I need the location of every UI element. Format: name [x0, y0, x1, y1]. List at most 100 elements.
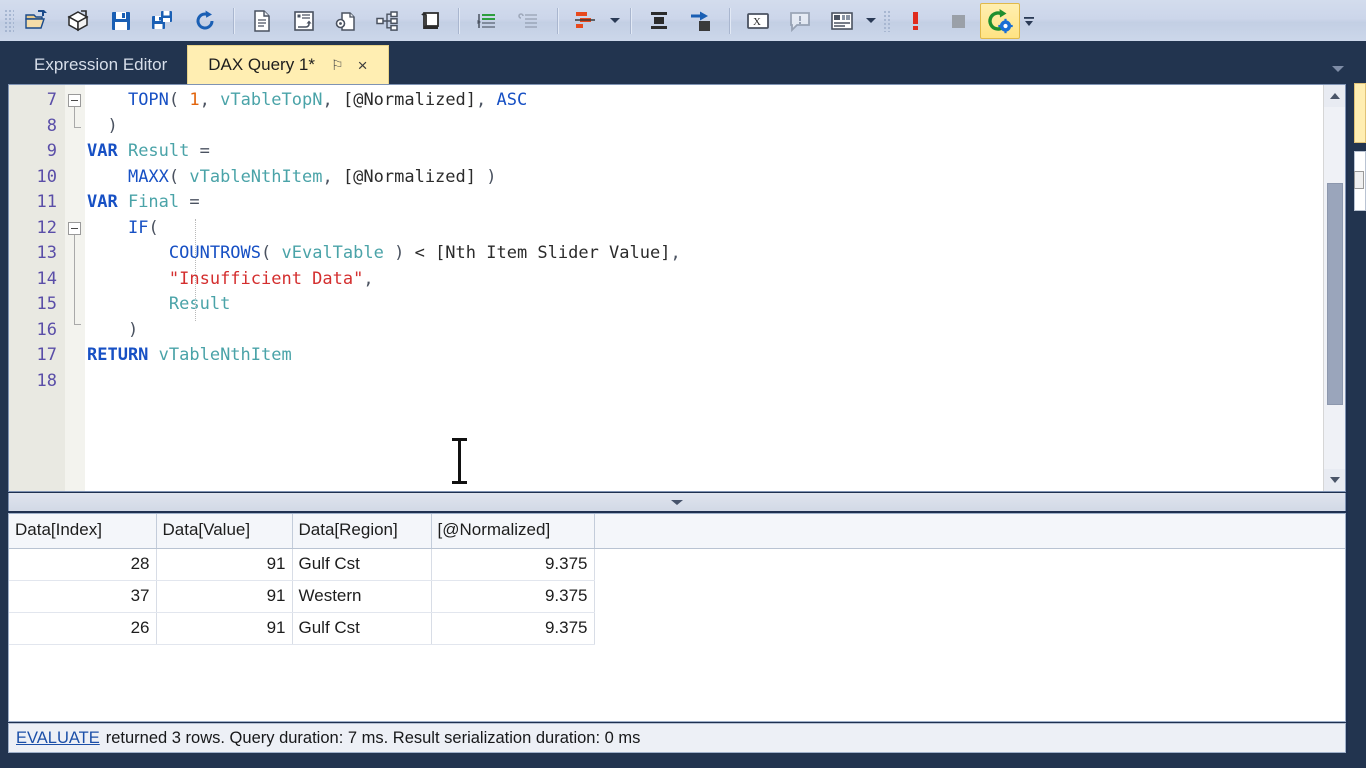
scroll-up-button[interactable]: [1324, 85, 1345, 107]
line-number: 18: [36, 370, 57, 391]
code-line[interactable]: IF(: [85, 216, 1345, 242]
code-token: (: [168, 90, 190, 110]
table-row[interactable]: 26 91 Gulf Cst 9.375: [9, 612, 1345, 645]
column-header-value[interactable]: Data[Value]: [156, 514, 293, 549]
toolbar-separator: [630, 7, 631, 34]
toolbar-separator: [458, 7, 459, 34]
code-token: ,: [322, 90, 343, 110]
toolbar-grip[interactable]: [4, 8, 14, 33]
code-token: (: [148, 217, 159, 238]
table-cell[interactable]: 26: [9, 612, 157, 645]
results-pane-splitter[interactable]: [8, 493, 1346, 511]
column-header-region[interactable]: Data[Region]: [292, 514, 432, 549]
code-line[interactable]: MAXX( vTableNthItem, [@Normalized] ): [85, 165, 1345, 191]
table-cell[interactable]: 91: [156, 612, 293, 645]
output-target-icon[interactable]: [822, 3, 862, 39]
table-cell[interactable]: [594, 580, 1345, 612]
code-token: (: [261, 243, 282, 263]
toolbar-overflow-grip[interactable]: [883, 9, 891, 32]
table-row[interactable]: 28 91 Gulf Cst 9.375: [9, 548, 1345, 581]
line-number: 16: [36, 319, 57, 340]
tab-dax-query-1[interactable]: DAX Query 1* ⚐ ×: [187, 45, 389, 84]
editor-code-surface[interactable]: TOPN( 1, vTableTopN, [@Normalized], ASC …: [85, 85, 1345, 491]
table-cell[interactable]: 91: [156, 580, 293, 613]
scroll-down-button[interactable]: [1324, 469, 1345, 491]
save-as-icon[interactable]: [143, 3, 183, 39]
run-query-dropdown-arrow[interactable]: [607, 4, 623, 38]
chevron-down-icon[interactable]: [671, 499, 683, 505]
format-query-icon[interactable]: [410, 3, 450, 39]
code-token: =: [179, 192, 200, 212]
run-settings-icon[interactable]: [980, 2, 1020, 39]
output-grid-icon[interactable]: X: [738, 3, 778, 39]
code-line[interactable]: TOPN( 1, vTableTopN, [@Normalized], ASC: [85, 88, 1345, 114]
code-line[interactable]: RETURN vTableNthItem: [85, 343, 1345, 369]
table-cell[interactable]: [594, 612, 1345, 644]
table-cell[interactable]: Western: [292, 580, 432, 613]
output-static-icon[interactable]: [780, 3, 820, 39]
run-clear-cache-icon[interactable]: [681, 3, 721, 39]
column-header-normalized[interactable]: [@Normalized]: [431, 514, 595, 549]
code-line[interactable]: "Insufficient Data",: [85, 267, 1345, 293]
comment-icon[interactable]: [467, 3, 507, 39]
code-token: COUNTROWS: [168, 243, 262, 263]
table-cell[interactable]: 9.375: [431, 612, 595, 645]
clear-cache-icon[interactable]: [639, 3, 679, 39]
output-file-icon[interactable]: [326, 3, 366, 39]
fold-toggle-line-7[interactable]: [68, 94, 81, 107]
output-target-dropdown-arrow[interactable]: [863, 4, 879, 38]
code-token: ,: [363, 268, 374, 289]
stop-square-icon[interactable]: [938, 3, 978, 39]
query-builder-icon[interactable]: [284, 3, 324, 39]
code-line[interactable]: Result: [85, 292, 1345, 318]
table-cell[interactable]: Gulf Cst: [292, 548, 432, 581]
code-line[interactable]: COUNTROWS( vEvalTable ) < [Nth Item Slid…: [85, 241, 1345, 267]
code-line[interactable]: ): [85, 318, 1345, 344]
fold-toggle-line-12[interactable]: [68, 222, 81, 235]
save-icon[interactable]: [101, 3, 141, 39]
dax-code-editor[interactable]: 7 8 9 10 11 12 13 14 15 16 17 18 TOPN( 1, vTableTop…: [8, 84, 1346, 492]
line-number: 9: [46, 141, 57, 161]
document-tab-strip: Expression Editor DAX Query 1* ⚐ ×: [0, 41, 1366, 84]
triangle-up-icon: [1330, 93, 1340, 99]
code-token: [@Normalized]: [342, 90, 477, 110]
toolbar-separator: [729, 7, 730, 34]
scrollbar-track[interactable]: [1324, 107, 1345, 469]
open-file-icon[interactable]: [17, 3, 57, 39]
stop-query-icon[interactable]: [896, 3, 936, 39]
editor-vertical-scrollbar[interactable]: [1323, 85, 1345, 491]
column-header-index[interactable]: Data[Index]: [9, 514, 157, 549]
table-row[interactable]: 37 91 Western 9.375: [9, 580, 1345, 613]
evaluate-link[interactable]: EVALUATE: [16, 729, 100, 748]
table-cell[interactable]: 37: [9, 580, 157, 613]
code-token: VAR: [87, 141, 128, 161]
tab-expression-editor[interactable]: Expression Editor: [14, 45, 188, 84]
open-model-icon[interactable]: [59, 3, 99, 39]
uncomment-icon[interactable]: [509, 3, 549, 39]
table-cell[interactable]: 28: [9, 548, 157, 581]
scrollbar-thumb[interactable]: [1327, 183, 1343, 405]
editor-fold-margin[interactable]: [65, 85, 85, 491]
refresh-icon[interactable]: [185, 3, 225, 39]
code-token: ASC: [496, 90, 528, 110]
table-cell[interactable]: 91: [156, 548, 293, 581]
table-cell[interactable]: 9.375: [431, 548, 595, 581]
define-measures-icon[interactable]: [368, 3, 408, 39]
line-number: 11: [36, 192, 57, 212]
code-token: ,: [670, 243, 681, 263]
table-cell[interactable]: Gulf Cst: [292, 612, 432, 645]
code-line[interactable]: VAR Final =: [85, 190, 1345, 216]
code-line[interactable]: ): [85, 114, 1345, 140]
pin-tab-icon[interactable]: ⚐: [331, 58, 344, 72]
new-query-icon[interactable]: [242, 3, 282, 39]
close-tab-icon[interactable]: ×: [358, 57, 368, 74]
table-cell[interactable]: 9.375: [431, 580, 595, 613]
code-line[interactable]: [85, 369, 1345, 395]
code-line[interactable]: VAR Result =: [85, 139, 1345, 165]
table-cell[interactable]: [594, 548, 1345, 580]
run-query-icon[interactable]: [566, 3, 606, 39]
run-settings-dropdown-arrow[interactable]: [1021, 4, 1037, 38]
tab-overflow-dropdown[interactable]: [1332, 66, 1344, 72]
query-results-grid[interactable]: Data[Index] Data[Value] Data[Region] [@N…: [8, 513, 1346, 722]
